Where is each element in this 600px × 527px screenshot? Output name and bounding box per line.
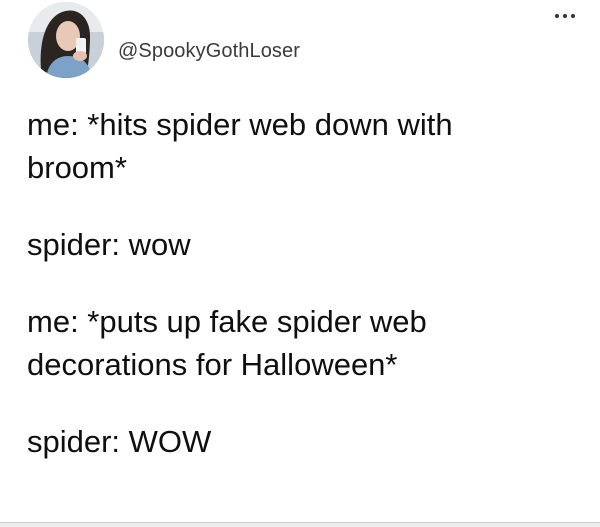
tweet-line-4: me: *puts up fake spider web (27, 304, 427, 339)
more-dot (571, 14, 575, 18)
tweet-line-6: spider: WOW (27, 424, 212, 459)
avatar[interactable] (28, 2, 104, 78)
tweet-line-5: decorations for Halloween* (27, 347, 398, 382)
more-dot (555, 14, 559, 18)
tweet-line-2: broom* (27, 150, 127, 185)
tweet-line-3: spider: wow (27, 227, 191, 262)
tweet-card: @SpookyGothLoser me: *hits spider web do… (0, 0, 600, 527)
user-handle[interactable]: @SpookyGothLoser (118, 40, 300, 63)
bottom-divider (0, 522, 600, 527)
more-options-icon[interactable] (550, 6, 580, 26)
avatar-image (28, 2, 104, 78)
more-dot (563, 14, 567, 18)
tweet-line-1: me: *hits spider web down with (27, 107, 453, 142)
tweet-body: me: *hits spider web down with broom* sp… (27, 103, 572, 463)
